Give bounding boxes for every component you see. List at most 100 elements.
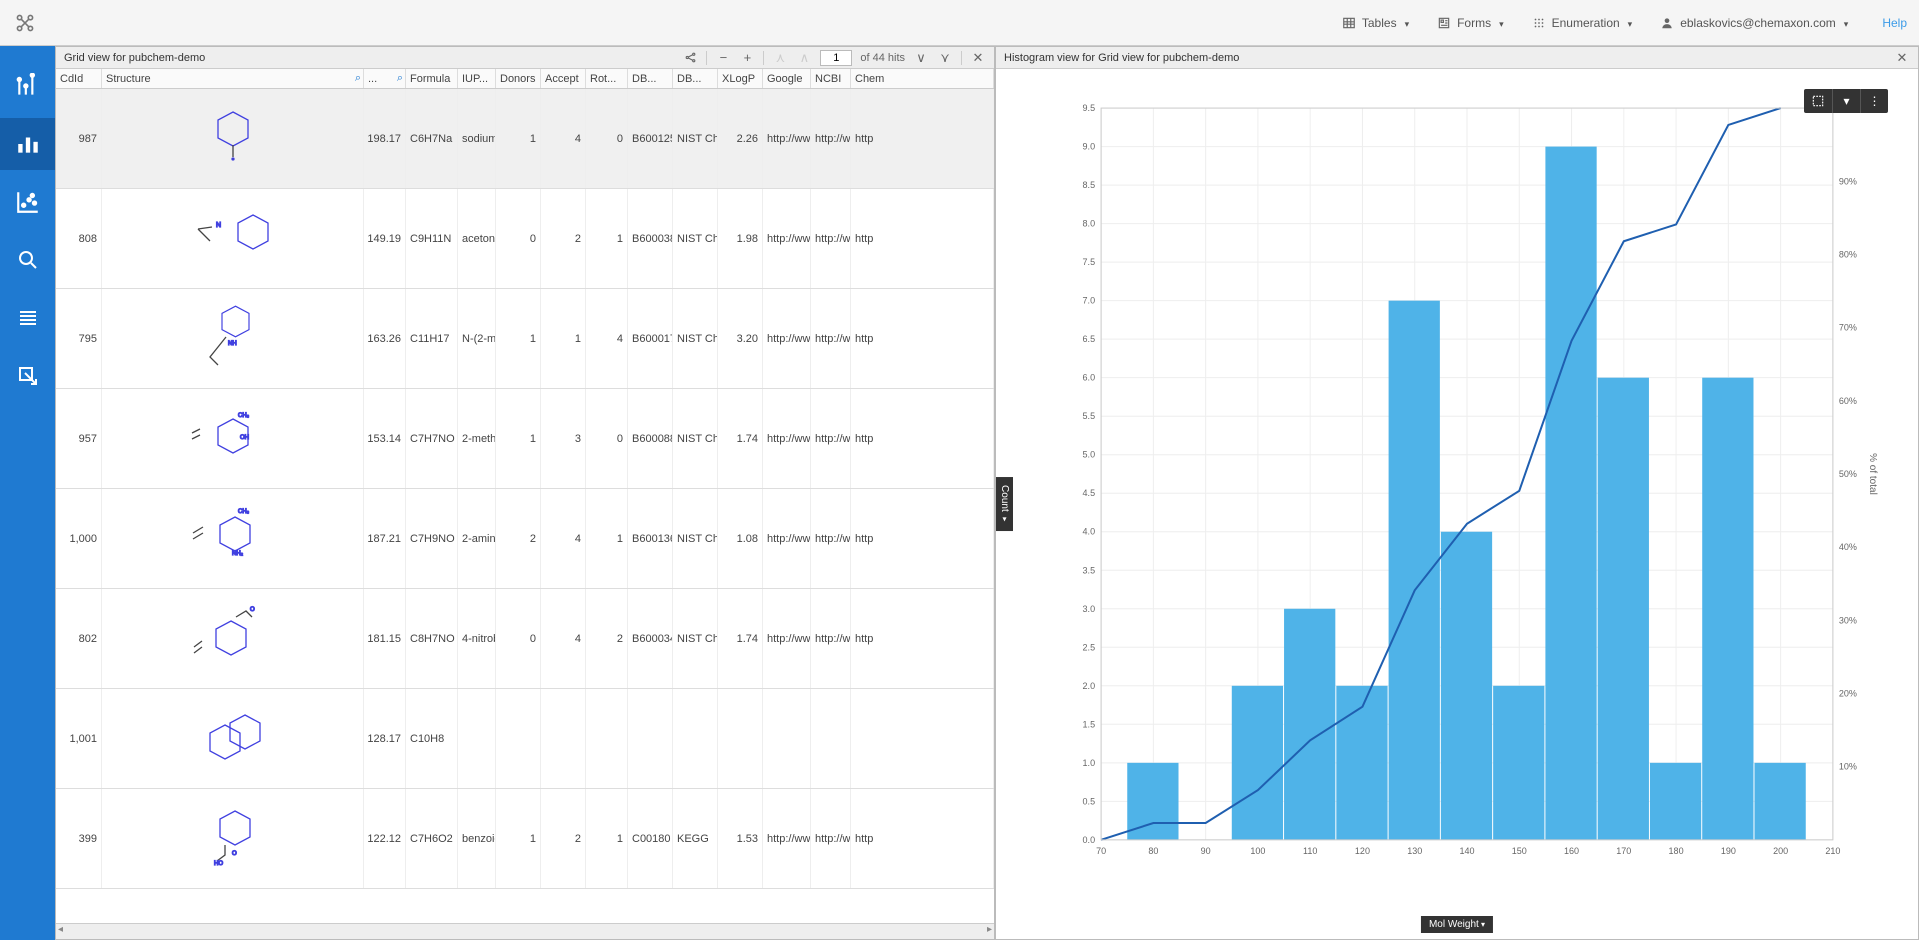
rail-btn-list[interactable] xyxy=(0,292,55,344)
col-xlogp[interactable]: XLogP xyxy=(718,69,763,88)
cell-db2: NIST Ch xyxy=(673,389,718,488)
last-page-icon[interactable]: ⋎ xyxy=(937,50,953,66)
cell-db1: B600017 xyxy=(628,289,673,388)
cell-formula: C7H6O2 xyxy=(406,789,458,888)
col-db2[interactable]: DB... xyxy=(673,69,718,88)
col-ncbi[interactable]: NCBI xyxy=(811,69,851,88)
page-input[interactable] xyxy=(820,50,852,66)
table-row[interactable]: 1,001128.17C10H8 xyxy=(56,689,994,789)
cell-google: http://ww xyxy=(763,89,811,188)
col-donors[interactable]: Donors xyxy=(496,69,541,88)
rail-btn-histogram[interactable] xyxy=(0,118,55,170)
svg-text:1.5: 1.5 xyxy=(1083,719,1096,729)
table-row[interactable]: 957CH₃OH153.14C7H7NO2-methy130B600088NIS… xyxy=(56,389,994,489)
col-formula[interactable]: Formula xyxy=(406,69,458,88)
col-db1[interactable]: DB... xyxy=(628,69,673,88)
chart-more-icon[interactable]: ⋮ xyxy=(1860,89,1888,113)
cell-mw: 149.19 xyxy=(364,189,406,288)
cell-google: http://ww xyxy=(763,389,811,488)
cell-xlogp: 1.98 xyxy=(718,189,763,288)
svg-text:NH: NH xyxy=(228,341,237,347)
cell-xlogp: 2.26 xyxy=(718,89,763,188)
cell-iupac: 2-amino xyxy=(458,489,496,588)
table-row[interactable]: 987198.17C6H7Nasodium s140B600125NIST Ch… xyxy=(56,89,994,189)
table-row[interactable]: 802O181.15C8H7NO4-nitrobe042B600034NIST … xyxy=(56,589,994,689)
zoom-in-icon[interactable]: + xyxy=(739,50,755,66)
chart-tool-dropdown-icon[interactable]: ▾ xyxy=(1832,89,1860,113)
close-panel-icon[interactable]: ✕ xyxy=(1894,50,1910,66)
cell-db2: NIST Ch xyxy=(673,589,718,688)
y-axis-label[interactable]: Count xyxy=(996,477,1013,531)
table-row[interactable]: 808N149.19C9H11Nacetonitr021B600038NIST … xyxy=(56,189,994,289)
select-tool-icon[interactable] xyxy=(1804,89,1832,113)
share-icon[interactable] xyxy=(682,50,698,66)
cell-rot: 0 xyxy=(586,389,628,488)
cell-chem: http xyxy=(851,789,994,888)
cell-ncbi: http://ww xyxy=(811,789,851,888)
cell-structure: NH xyxy=(102,289,364,388)
cell-structure xyxy=(102,89,364,188)
forms-menu[interactable]: Forms xyxy=(1423,16,1518,30)
help-link[interactable]: Help xyxy=(1882,16,1907,30)
molecule-structure-icon: NH xyxy=(188,294,278,384)
svg-text:90%: 90% xyxy=(1839,176,1857,186)
prev-page-icon[interactable]: ∧ xyxy=(796,50,812,66)
forms-menu-label: Forms xyxy=(1457,16,1491,30)
svg-text:6.0: 6.0 xyxy=(1083,373,1096,383)
col-structure[interactable]: Structure⌕ xyxy=(102,69,364,88)
col-google[interactable]: Google xyxy=(763,69,811,88)
table-row[interactable]: 1,000CH₃NH₂187.21C7H9NO2-amino241B600136… xyxy=(56,489,994,589)
cell-accept: 2 xyxy=(541,189,586,288)
table-row[interactable]: 795NH163.26C11H17N-(2-me114B600017NIST C… xyxy=(56,289,994,389)
chart-area: ▾ ⋮ Count Mol Weight 0.00.51.01.52.02.53… xyxy=(996,69,1918,939)
grid-body[interactable]: 987198.17C6H7Nasodium s140B600125NIST Ch… xyxy=(56,89,994,923)
rail-btn-scatter[interactable] xyxy=(0,176,55,228)
table-row[interactable]: 399HOO122.12C7H6O2benzoic121C00180KEGG1.… xyxy=(56,789,994,889)
cell-donors: 1 xyxy=(496,289,541,388)
tables-menu[interactable]: Tables xyxy=(1328,16,1423,30)
svg-text:100: 100 xyxy=(1250,846,1265,856)
rail-btn-search[interactable] xyxy=(0,234,55,286)
histogram-panel: Histogram view for Grid view for pubchem… xyxy=(995,46,1919,940)
rail-btn-copy[interactable] xyxy=(0,350,55,402)
cell-ncbi: http://ww xyxy=(811,589,851,688)
cell-structure xyxy=(102,689,364,788)
rail-btn-overview[interactable] xyxy=(0,60,55,112)
cell-accept: 4 xyxy=(541,589,586,688)
cell-google xyxy=(763,689,811,788)
svg-text:10%: 10% xyxy=(1839,762,1857,772)
zoom-out-icon[interactable]: − xyxy=(715,50,731,66)
svg-text:2.0: 2.0 xyxy=(1083,681,1096,691)
histogram-chart[interactable]: 0.00.51.01.52.02.53.03.54.04.55.05.56.06… xyxy=(1056,89,1878,889)
search-icon[interactable]: ⌕ xyxy=(397,72,403,85)
horizontal-scrollbar[interactable] xyxy=(56,923,994,939)
col-accept[interactable]: Accept xyxy=(541,69,586,88)
cell-rot: 2 xyxy=(586,589,628,688)
col-chem[interactable]: Chem xyxy=(851,69,994,88)
svg-text:2.5: 2.5 xyxy=(1083,642,1096,652)
search-icon[interactable]: ⌕ xyxy=(355,72,361,85)
col-cdid[interactable]: CdId xyxy=(56,69,102,88)
cell-donors xyxy=(496,689,541,788)
user-menu[interactable]: eblaskovics@chemaxon.com xyxy=(1646,16,1862,30)
col-blank[interactable]: ...⌕ xyxy=(364,69,406,88)
first-page-icon[interactable]: ⋏ xyxy=(772,50,788,66)
svg-text:8.0: 8.0 xyxy=(1083,219,1096,229)
col-iupac[interactable]: IUP... xyxy=(458,69,496,88)
cell-structure: HOO xyxy=(102,789,364,888)
cell-db1: B600034 xyxy=(628,589,673,688)
svg-text:NH₂: NH₂ xyxy=(232,551,244,557)
col-rot[interactable]: Rot... xyxy=(586,69,628,88)
cell-mw: 122.12 xyxy=(364,789,406,888)
next-page-icon[interactable]: ∨ xyxy=(913,50,929,66)
cell-google: http://ww xyxy=(763,189,811,288)
svg-text:50%: 50% xyxy=(1839,469,1857,479)
enumeration-menu[interactable]: Enumeration xyxy=(1518,16,1647,30)
cell-accept: 2 xyxy=(541,789,586,888)
cell-iupac: N-(2-me xyxy=(458,289,496,388)
x-axis-label[interactable]: Mol Weight xyxy=(1421,916,1493,933)
enumeration-menu-label: Enumeration xyxy=(1552,16,1620,30)
grid-panel: Grid view for pubchem-demo − + ⋏ ∧ of 44… xyxy=(55,46,995,940)
close-panel-icon[interactable]: ✕ xyxy=(970,50,986,66)
histogram-panel-header: Histogram view for Grid view for pubchem… xyxy=(996,47,1918,69)
